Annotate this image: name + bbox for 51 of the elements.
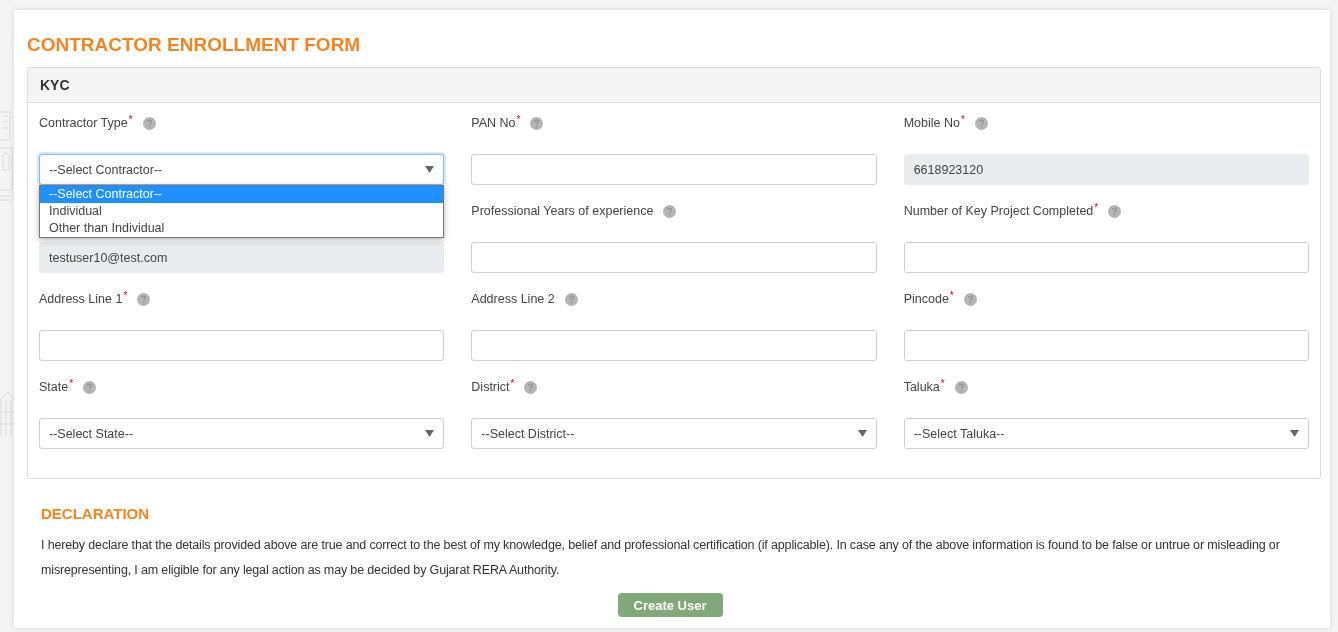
help-icon[interactable] [963, 292, 977, 306]
input-field[interactable] [39, 330, 445, 361]
field-label: Taluka [903, 380, 940, 394]
select-dropdown[interactable]: --Select State-- [39, 418, 445, 449]
field-label: Mobile No [903, 116, 960, 130]
field-label: Address Line 2 [471, 292, 555, 306]
help-icon[interactable] [530, 116, 544, 130]
field-label: PAN No [471, 116, 516, 130]
field-label: Pincode [903, 292, 949, 306]
select-dropdown[interactable]: --Select Contractor-- [39, 154, 445, 185]
required-asterisk: * [960, 115, 965, 125]
required-asterisk: * [949, 291, 954, 301]
caret-icon [857, 430, 867, 437]
field-label: Contractor Type [39, 116, 128, 130]
field-label: Professional Years of experience [471, 204, 654, 218]
help-icon[interactable] [137, 292, 151, 306]
field-label: Address Line 1 [39, 292, 123, 306]
field-label: Number of Key Project Completed [903, 204, 1094, 218]
dropdown-option[interactable]: Other than Individual [40, 220, 444, 237]
required-asterisk: * [128, 115, 133, 125]
input-field[interactable] [471, 330, 877, 361]
caret-icon [425, 166, 435, 173]
help-icon[interactable] [564, 292, 578, 306]
field-label: State [39, 380, 69, 394]
help-icon[interactable] [663, 204, 677, 218]
help-icon[interactable] [524, 380, 538, 394]
input-field[interactable] [471, 154, 877, 185]
help-icon[interactable] [83, 380, 97, 394]
required-asterisk: * [69, 379, 74, 389]
dropdown-option[interactable]: Individual [40, 203, 444, 220]
declaration-text: I hereby declare that the details provided above are true and correct to the best of my knowledge, belief and professional certification (if applicable). In case any of the above information is found to be false or untrue or misleading or misrepresenting, I am eligible for any legal action as may be decided by Gujarat RERA Authority. [41, 537, 1281, 579]
input-field[interactable] [903, 330, 1309, 361]
help-icon[interactable] [1108, 204, 1122, 218]
caret-icon [1290, 430, 1299, 437]
required-asterisk: * [510, 379, 515, 389]
help-icon[interactable] [142, 116, 156, 130]
input-field[interactable] [903, 242, 1309, 273]
input-field[interactable] [471, 242, 877, 273]
caret-icon [425, 430, 435, 437]
declaration-heading: DECLARATION [41, 505, 150, 523]
help-icon[interactable] [974, 116, 988, 130]
select-dropdown[interactable]: --Select District-- [471, 418, 877, 449]
field-label: District [471, 380, 510, 394]
panel-title: KYC [40, 77, 70, 93]
required-asterisk: * [123, 291, 128, 301]
select-dropdown[interactable]: --Select Taluka-- [903, 418, 1309, 449]
required-asterisk: * [940, 379, 945, 389]
form-title: CONTRACTOR ENROLLMENT FORM [27, 33, 361, 57]
required-asterisk: * [516, 115, 521, 125]
required-asterisk: * [1094, 203, 1099, 213]
help-icon[interactable] [954, 380, 968, 394]
